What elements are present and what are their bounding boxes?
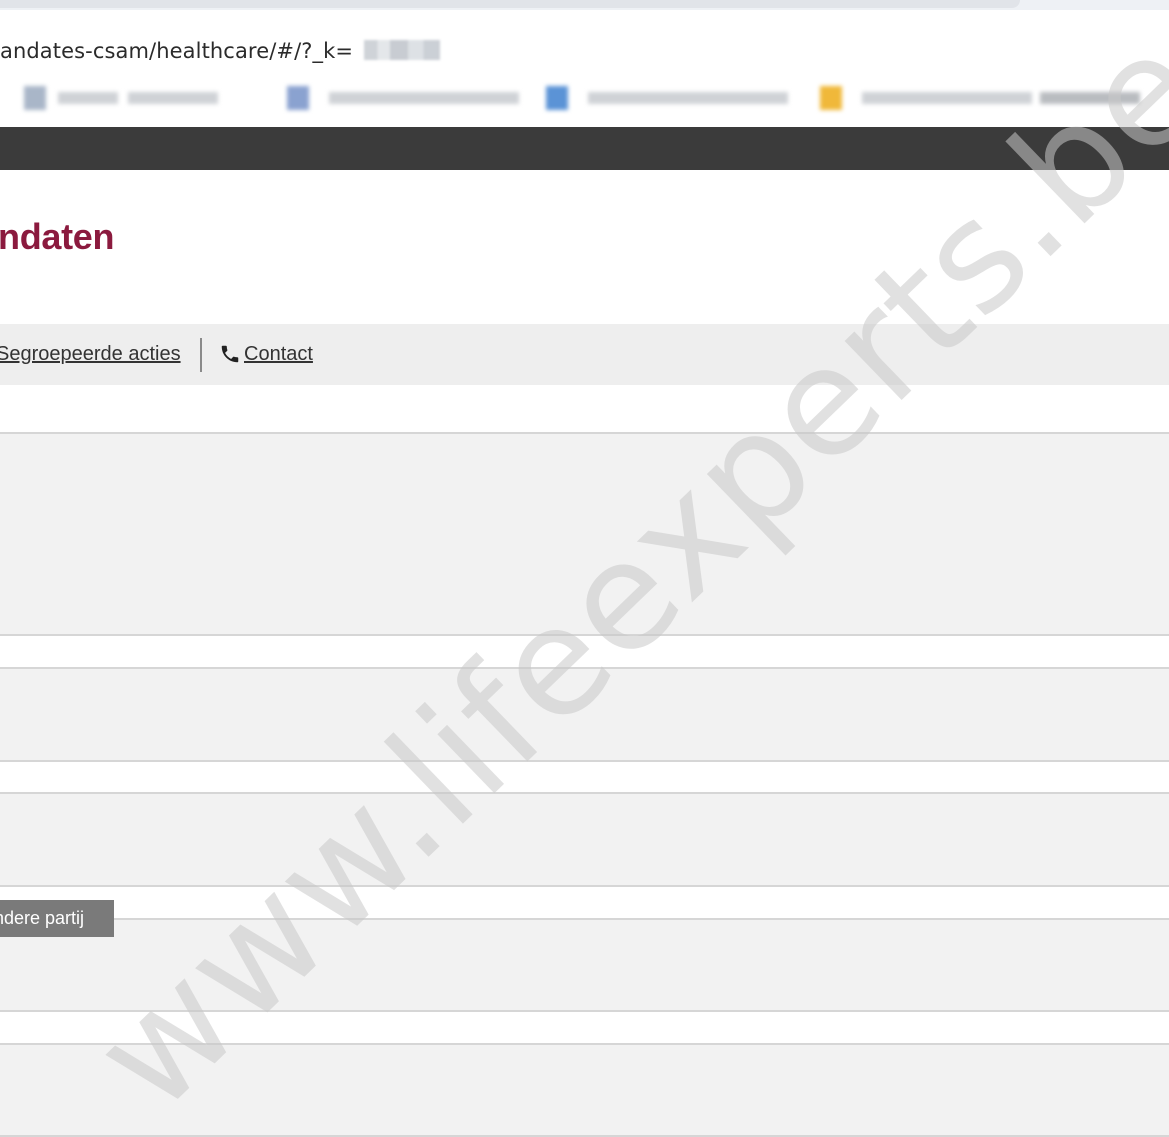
bookmark-item[interactable] <box>820 82 1150 114</box>
content-panel <box>0 792 1169 887</box>
content-panel <box>0 432 1169 636</box>
browser-active-tab-edge[interactable] <box>0 0 1020 8</box>
page-title: ndaten <box>0 216 115 257</box>
content-panel <box>0 918 1169 1012</box>
bookmark-item[interactable] <box>285 82 530 114</box>
address-bar[interactable]: andates-csam/healthcare/#/?_k= <box>0 10 1169 68</box>
content-panel <box>0 667 1169 762</box>
page: andates-csam/healthcare/#/?_k= ndaten Se… <box>0 0 1169 1137</box>
bookmark-favicon-icon <box>820 86 842 110</box>
bookmark-favicon-icon <box>24 86 46 110</box>
other-party-button[interactable]: ndere partij <box>0 900 114 937</box>
nav-separator <box>200 338 202 372</box>
phone-icon[interactable] <box>218 343 242 365</box>
bookmark-item[interactable] <box>0 82 245 114</box>
grouped-actions-link[interactable]: Segroepeerde acties <box>0 340 181 368</box>
browser-tab-strip <box>0 0 1169 10</box>
bookmark-favicon-icon <box>287 86 309 110</box>
contact-link[interactable]: Contact <box>244 340 313 368</box>
bookmark-favicon-icon <box>546 86 568 110</box>
bookmarks-bar <box>0 68 1169 126</box>
content-panel <box>0 1043 1169 1137</box>
bookmark-item[interactable] <box>546 82 796 114</box>
site-header-bar <box>0 127 1169 170</box>
redacted-url-token <box>364 40 440 60</box>
address-bar-url[interactable]: andates-csam/healthcare/#/?_k= <box>0 36 353 66</box>
